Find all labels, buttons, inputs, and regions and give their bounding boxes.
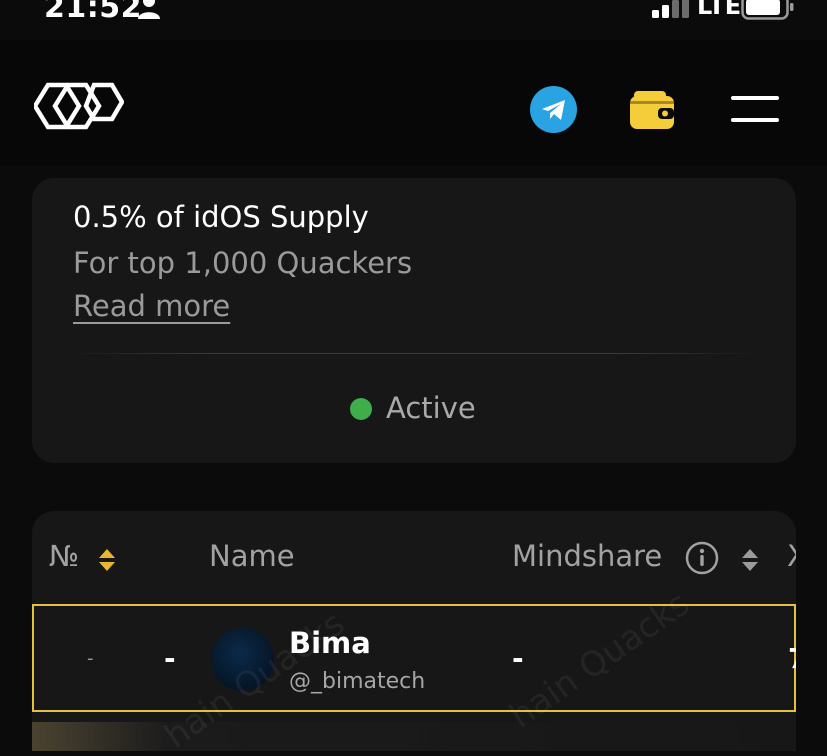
telegram-icon (541, 99, 565, 120)
table-row[interactable] (32, 722, 796, 751)
column-header-rank[interactable]: № (49, 539, 79, 573)
info-icon[interactable] (685, 541, 719, 575)
campaign-title: 0.5% of idOS Supply (73, 200, 369, 234)
status-dot-icon (350, 398, 372, 420)
user-handle: @_bimatech (289, 669, 426, 694)
divider (72, 353, 756, 354)
campaign-subtitle: For top 1,000 Quackers (73, 246, 413, 280)
next-column-value: 7 (788, 642, 796, 675)
sort-icon[interactable] (741, 548, 759, 572)
status-time: 21:52 (44, 0, 142, 25)
person-icon (138, 0, 160, 19)
column-header-name: Name (209, 539, 295, 573)
avatar (211, 628, 274, 691)
user-name: Bima (289, 626, 371, 660)
signal-icon (652, 0, 689, 18)
rank-value: - (164, 642, 176, 675)
previous-rank: - (87, 648, 94, 669)
battery-icon (741, 0, 794, 20)
logo[interactable] (34, 82, 124, 130)
network-label: LTE (697, 0, 742, 20)
campaign-status: Active (386, 391, 476, 425)
table-row[interactable]: - - Bima @_bimatech - 7 (32, 604, 796, 712)
wallet-icon[interactable] (629, 90, 675, 130)
column-header-mindshare[interactable]: Mindshare (512, 539, 662, 573)
column-header-next[interactable]: X (787, 539, 796, 573)
telegram-button[interactable] (530, 86, 577, 133)
hamburger-menu-icon[interactable] (731, 96, 781, 124)
app-header (0, 40, 827, 165)
mindshare-value: - (512, 642, 524, 675)
sort-icon[interactable] (98, 548, 116, 572)
status-bar: 21:52 LTE (0, 0, 827, 40)
leaderboard-table: № Name Mindshare X - - Bima @_bimatech -… (32, 511, 796, 751)
read-more-link[interactable]: Read more (73, 289, 230, 323)
campaign-card: 0.5% of idOS Supply For top 1,000 Quacke… (32, 178, 796, 463)
